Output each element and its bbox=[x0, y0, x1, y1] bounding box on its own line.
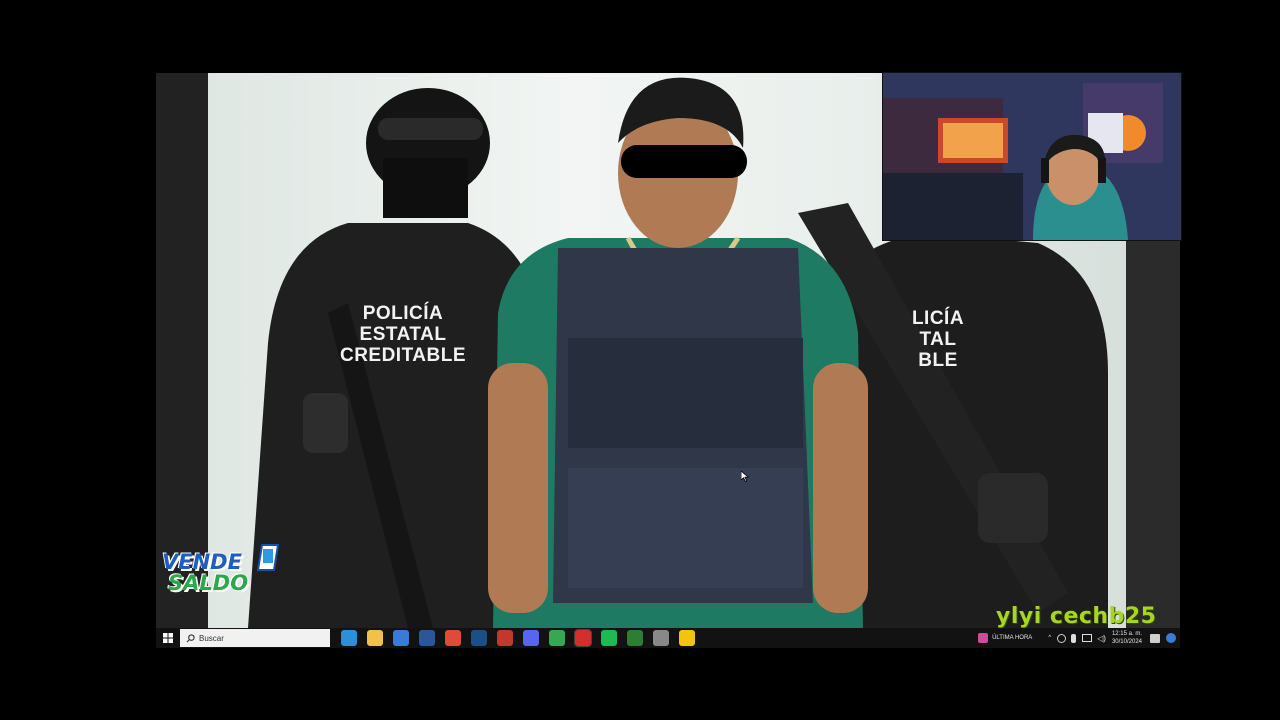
clock[interactable]: 12:15 a. m. 30/10/2024 bbox=[1112, 630, 1142, 646]
news-label[interactable]: ÚLTIMA HORA bbox=[992, 635, 1032, 641]
clock-date: 30/10/2024 bbox=[1111, 639, 1142, 645]
file-explorer-icon[interactable] bbox=[367, 630, 383, 646]
search-placeholder: Buscar bbox=[199, 633, 224, 643]
vest-line: CREDITABLE bbox=[339, 345, 467, 366]
vest-line: TAL bbox=[919, 329, 957, 350]
chrome-icon[interactable] bbox=[549, 630, 565, 646]
logo-line2: SALDO bbox=[168, 571, 249, 595]
start-button[interactable] bbox=[156, 628, 180, 648]
app-tray-icon[interactable] bbox=[1166, 633, 1176, 643]
spotify-icon[interactable] bbox=[601, 630, 617, 646]
vende-saldo-logo: VENDE SALDO bbox=[162, 540, 284, 596]
chrome-alt-icon[interactable] bbox=[445, 630, 461, 646]
display-icon[interactable] bbox=[1082, 634, 1093, 642]
notification-icon[interactable] bbox=[1150, 633, 1160, 643]
search-box[interactable]: Buscar bbox=[180, 629, 330, 647]
censor-bar bbox=[621, 145, 747, 178]
streamer-watermark: ylyi cechb25 bbox=[996, 604, 1157, 629]
network-icon[interactable] bbox=[1057, 633, 1067, 643]
system-tray: ÚLTIMA HORA ^ ◁) 12:15 a. m. 30/10/2024 bbox=[978, 628, 1176, 648]
opera-icon[interactable] bbox=[574, 629, 592, 647]
windows-taskbar: Buscar ÚLTIMA HORA ^ ◁) 12:15 a. m. 30/1… bbox=[156, 628, 1180, 648]
chevron-up-icon[interactable]: ^ bbox=[1048, 635, 1051, 641]
pinned-apps bbox=[336, 629, 700, 647]
vest-line: ESTATAL bbox=[359, 324, 447, 345]
xbox-icon[interactable] bbox=[627, 630, 643, 646]
right-vest-label: LICÍA TAL BLE bbox=[888, 308, 988, 371]
word-icon[interactable] bbox=[419, 630, 435, 646]
search-icon bbox=[186, 633, 195, 642]
vest-line: LICÍA bbox=[911, 308, 965, 329]
app-icon[interactable] bbox=[497, 630, 513, 646]
windows-icon bbox=[163, 633, 173, 643]
mouse-cursor bbox=[740, 469, 750, 487]
duck-icon[interactable] bbox=[679, 630, 695, 646]
volume-icon[interactable]: ◁) bbox=[1097, 634, 1106, 643]
edge-icon[interactable] bbox=[341, 630, 357, 646]
webcam-scene bbox=[883, 73, 1181, 240]
news-icon[interactable] bbox=[978, 633, 989, 643]
cursor-icon bbox=[740, 470, 750, 483]
vest-line: BLE bbox=[918, 350, 958, 371]
steam-icon[interactable] bbox=[471, 630, 487, 646]
vest-line: POLICÍA bbox=[362, 303, 444, 324]
left-vest-label: POLICÍA ESTATAL CREDITABLE bbox=[338, 303, 468, 366]
streamer-webcam bbox=[882, 72, 1182, 241]
microphone-icon[interactable] bbox=[1071, 633, 1077, 643]
store-icon[interactable] bbox=[393, 630, 409, 646]
app2-icon[interactable] bbox=[653, 630, 669, 646]
clock-time: 12:15 a. m. bbox=[1111, 631, 1142, 637]
discord-icon[interactable] bbox=[523, 630, 539, 646]
